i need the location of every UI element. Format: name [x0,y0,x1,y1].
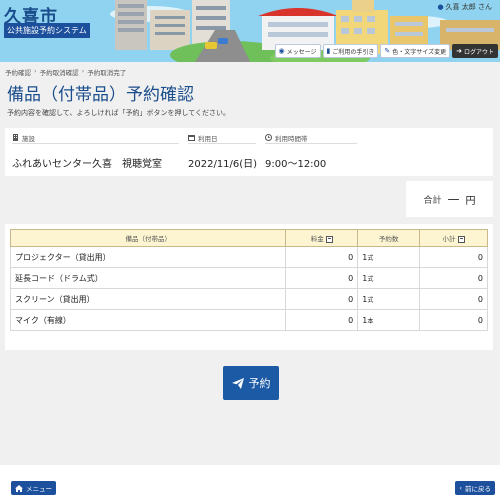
subtotal-cell: 0 [419,267,488,289]
user-name: ● 久喜 太郎 さん [437,2,492,12]
quantity-cell: 1式 [357,288,421,310]
system-name: 公共施設予約システム [4,23,90,38]
time-label: 利用時間帯 [265,134,357,144]
breadcrumb: 予約確認 › 予約取消確認 › 予約取消完了 [5,67,126,77]
quantity-cell: 1式 [357,246,421,268]
header-equipment: 備品（付帯品） [9,229,287,247]
page-title: 備品（付帯品）予約確認 [7,85,194,105]
calendar-icon [188,135,195,141]
equipment-table: 備品（付帯品） 料金 予約数 小計 プロジェクター（貸出用） 0 1式 0 延長… [9,229,488,331]
equipment-name: スクリーン（貸出用） [9,288,287,310]
table-row: スクリーン（貸出用） 0 1式 0 [9,288,488,310]
header-buttons: ◉ メッセージ ▮ ご利用の手引き ✎ 色・文字サイズ変更 ➜ ログアウト [274,44,498,58]
header-quantity: 予約数 [357,229,421,247]
facility-label: 施設 [12,134,179,144]
time-value: 9:00～12:00 [265,159,327,170]
display-settings-button-label: 色・文字サイズ変更 [392,48,447,56]
guide-button-label: ご利用の手引き [332,48,375,56]
table-header-row: 備品（付帯品） 料金 予約数 小計 [9,229,488,247]
total-box: 合計 — 円 [406,181,493,217]
fee-cell: 0 [285,246,359,268]
comment-icon: ◉ [278,47,285,55]
chevron-left-icon: ‹ [459,484,462,492]
header-subtotal-label: 小計 [442,235,456,243]
quantity-cell: 1本 [357,309,421,331]
user-icon: ● [437,3,444,11]
calculator-icon [457,235,465,243]
time-info: 利用時間帯 9:00～12:00 [261,132,361,172]
reserve-button[interactable]: 予約 [223,366,279,400]
breadcrumb-item[interactable]: 予約取消確認 [40,67,79,77]
user-name-text: 久喜 太郎 さん [445,3,492,11]
calculator-icon [325,235,333,243]
logout-button[interactable]: ➜ ログアウト [452,44,498,58]
reserve-button-label: 予約 [248,377,271,390]
quantity-unit: 式 [367,296,374,304]
header-quantity-label: 予約数 [378,235,399,243]
facility-value: ふれあいセンター久喜 視聴覚室 [12,159,162,170]
fee-cell: 0 [285,288,359,310]
header-fee-label: 料金 [310,235,324,243]
quantity-cell: 1式 [357,267,421,289]
building-icon [13,134,18,141]
breadcrumb-separator: › [34,67,37,75]
quantity-unit: 式 [367,254,374,262]
total-unit: 円 [465,195,476,207]
subtotal-cell: 0 [419,309,488,331]
table-row: マイク（有線） 0 1本 0 [9,309,488,331]
pencil-icon: ✎ [384,47,391,55]
message-button[interactable]: ◉ メッセージ [274,44,321,58]
subtotal-cell: 0 [419,288,488,310]
facility-label-text: 施設 [22,134,35,143]
header-fee: 料金 [285,229,359,247]
date-label: 利用日 [188,134,256,144]
message-button-label: メッセージ [286,48,317,56]
equipment-name: プロジェクター（貸出用） [9,246,287,268]
clock-icon [265,134,272,141]
book-icon: ▮ [326,47,331,55]
logout-icon: ➜ [456,47,462,55]
date-info: 利用日 2022/11/6(日) [184,132,260,172]
back-button-label: 前に戻る [465,485,491,493]
equipment-table-container: 備品（付帯品） 料金 予約数 小計 プロジェクター（貸出用） 0 1式 0 延長… [5,224,493,350]
fee-cell: 0 [285,309,359,331]
guide-button[interactable]: ▮ ご利用の手引き [322,44,379,58]
date-label-text: 利用日 [198,134,218,143]
breadcrumb-item[interactable]: 予約確認 [5,67,31,77]
paper-plane-icon [231,377,244,389]
home-icon [15,484,23,492]
total-label: 合計 [423,195,442,206]
footer: メニュー ‹ 前に戻る [0,465,500,500]
facility-info: 施設 ふれあいセンター久喜 視聴覚室 [8,132,183,172]
breadcrumb-separator: › [81,67,85,75]
fee-cell: 0 [285,267,359,289]
equipment-name: 延長コード（ドラム式） [9,267,287,289]
site-header: 久喜市 公共施設予約システム ● 久喜 太郎 さん ◉ メッセージ ▮ ご利用の手… [0,0,500,62]
total-value: — [447,192,460,206]
logout-button-label: ログアウト [463,48,494,56]
header-subtotal: 小計 [419,229,488,247]
menu-button-label: メニュー [26,485,52,493]
quantity-unit: 本 [367,317,374,325]
back-button[interactable]: ‹ 前に戻る [455,481,495,495]
menu-button[interactable]: メニュー [11,481,56,495]
table-row: 延長コード（ドラム式） 0 1式 0 [9,267,488,289]
time-label-text: 利用時間帯 [275,134,308,143]
reservation-info: 施設 ふれあいセンター久喜 視聴覚室 利用日 2022/11/6(日) 利用時間… [5,128,493,176]
breadcrumb-item: 予約取消完了 [87,69,127,77]
table-row: プロジェクター（貸出用） 0 1式 0 [9,246,488,268]
date-value: 2022/11/6(日) [188,159,258,170]
header-equipment-label: 備品（付帯品） [125,235,171,243]
page-description: 予約内容を確認して、よろしければ「予約」ボタンを押してください。 [7,109,231,117]
equipment-name: マイク（有線） [9,309,287,331]
display-settings-button[interactable]: ✎ 色・文字サイズ変更 [380,44,451,58]
quantity-unit: 式 [367,275,374,283]
subtotal-cell: 0 [419,246,488,268]
